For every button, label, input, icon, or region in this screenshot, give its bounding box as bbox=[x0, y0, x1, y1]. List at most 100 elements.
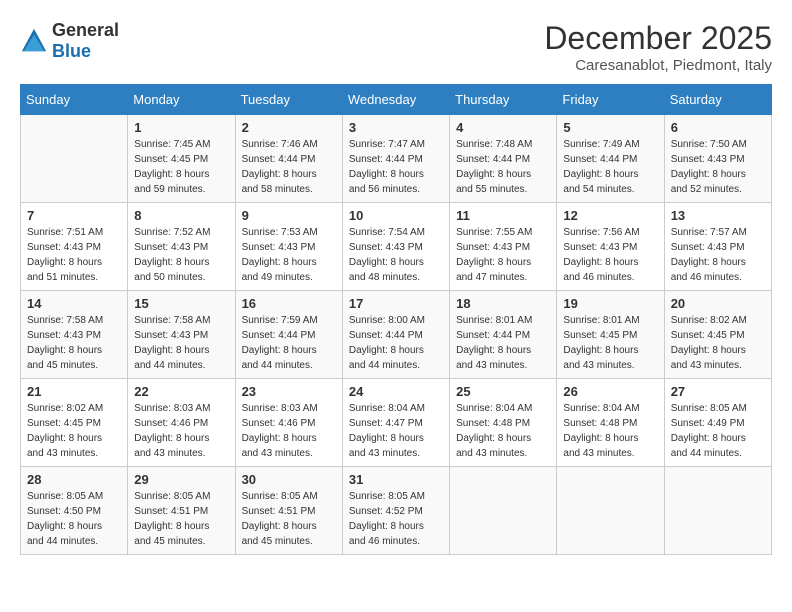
week-row-5: 28Sunrise: 8:05 AMSunset: 4:50 PMDayligh… bbox=[21, 467, 772, 555]
table-cell: 31 Sunrise: 8:05 AMSunset: 4:52 PMDayligh… bbox=[342, 467, 449, 555]
day-number: 26 bbox=[563, 384, 657, 399]
day-number: 25 bbox=[456, 384, 550, 399]
week-row-4: 21 Sunrise: 8:02 AMSunset: 4:45 PMDayligh… bbox=[21, 379, 772, 467]
table-cell: 10 Sunrise: 7:54 AMSunset: 4:43 PMDayligh… bbox=[342, 203, 449, 291]
day-info: Sunrise: 8:02 AMSunset: 4:45 PMDaylight:… bbox=[27, 401, 121, 461]
table-cell: 9 Sunrise: 7:53 AMSunset: 4:43 PMDaylight… bbox=[235, 203, 342, 291]
location-title: Caresanablot, Piedmont, Italy bbox=[544, 57, 772, 74]
table-cell: 23Sunrise: 8:03 AMSunset: 4:46 PMDayligh… bbox=[235, 379, 342, 467]
day-number: 17 bbox=[349, 296, 443, 311]
day-number: 24 bbox=[349, 384, 443, 399]
table-cell: 15 Sunrise: 7:58 AMSunset: 4:43 PMDayligh… bbox=[128, 291, 235, 379]
logo-blue: Blue bbox=[52, 41, 91, 61]
day-info: Sunrise: 8:05 AMSunset: 4:52 PMDaylight:… bbox=[349, 489, 443, 549]
logo: General Blue bbox=[20, 20, 119, 62]
day-info: Sunrise: 7:48 AMSunset: 4:44 PMDaylight:… bbox=[456, 137, 550, 197]
day-info: Sunrise: 7:45 AMSunset: 4:45 PMDaylight:… bbox=[134, 137, 228, 197]
header-tuesday: Tuesday bbox=[235, 85, 342, 115]
day-number: 13 bbox=[671, 208, 765, 223]
month-title: December 2025 bbox=[544, 20, 772, 57]
table-cell: 16Sunrise: 7:59 AMSunset: 4:44 PMDayligh… bbox=[235, 291, 342, 379]
header-saturday: Saturday bbox=[664, 85, 771, 115]
day-number: 28 bbox=[27, 472, 121, 487]
day-number: 12 bbox=[563, 208, 657, 223]
day-info: Sunrise: 7:58 AMSunset: 4:43 PMDaylight:… bbox=[134, 313, 228, 373]
week-row-1: 1 Sunrise: 7:45 AMSunset: 4:45 PMDaylight… bbox=[21, 115, 772, 203]
day-info: Sunrise: 8:05 AMSunset: 4:51 PMDaylight:… bbox=[242, 489, 336, 549]
day-info: Sunrise: 7:50 AMSunset: 4:43 PMDaylight:… bbox=[671, 137, 765, 197]
table-cell: 7Sunrise: 7:51 AMSunset: 4:43 PMDaylight… bbox=[21, 203, 128, 291]
day-number: 27 bbox=[671, 384, 765, 399]
day-info: Sunrise: 7:59 AMSunset: 4:44 PMDaylight:… bbox=[242, 313, 336, 373]
table-cell bbox=[664, 467, 771, 555]
day-info: Sunrise: 7:53 AMSunset: 4:43 PMDaylight:… bbox=[242, 225, 336, 285]
day-number: 3 bbox=[349, 120, 443, 135]
day-info: Sunrise: 8:00 AMSunset: 4:44 PMDaylight:… bbox=[349, 313, 443, 373]
day-number: 30 bbox=[242, 472, 336, 487]
table-cell: 17 Sunrise: 8:00 AMSunset: 4:44 PMDayligh… bbox=[342, 291, 449, 379]
day-number: 31 bbox=[349, 472, 443, 487]
day-number: 7 bbox=[27, 208, 121, 223]
logo-icon bbox=[20, 27, 48, 55]
table-cell: 6 Sunrise: 7:50 AMSunset: 4:43 PMDaylight… bbox=[664, 115, 771, 203]
table-cell: 27 Sunrise: 8:05 AMSunset: 4:49 PMDayligh… bbox=[664, 379, 771, 467]
table-cell: 21 Sunrise: 8:02 AMSunset: 4:45 PMDayligh… bbox=[21, 379, 128, 467]
day-info: Sunrise: 8:04 AMSunset: 4:48 PMDaylight:… bbox=[456, 401, 550, 461]
day-info: Sunrise: 7:54 AMSunset: 4:43 PMDaylight:… bbox=[349, 225, 443, 285]
table-cell: 13 Sunrise: 7:57 AMSunset: 4:43 PMDayligh… bbox=[664, 203, 771, 291]
day-info: Sunrise: 7:46 AMSunset: 4:44 PMDaylight:… bbox=[242, 137, 336, 197]
day-number: 4 bbox=[456, 120, 550, 135]
table-cell: 20Sunrise: 8:02 AMSunset: 4:45 PMDayligh… bbox=[664, 291, 771, 379]
calendar-table: SundayMondayTuesdayWednesdayThursdayFrid… bbox=[20, 84, 772, 555]
day-number: 18 bbox=[456, 296, 550, 311]
week-row-3: 14 Sunrise: 7:58 AMSunset: 4:43 PMDayligh… bbox=[21, 291, 772, 379]
table-cell: 28Sunrise: 8:05 AMSunset: 4:50 PMDayligh… bbox=[21, 467, 128, 555]
table-cell bbox=[21, 115, 128, 203]
day-info: Sunrise: 8:04 AMSunset: 4:47 PMDaylight:… bbox=[349, 401, 443, 461]
day-info: Sunrise: 8:05 AMSunset: 4:51 PMDaylight:… bbox=[134, 489, 228, 549]
title-block: December 2025 Caresanablot, Piedmont, It… bbox=[544, 20, 772, 74]
day-info: Sunrise: 7:56 AMSunset: 4:43 PMDaylight:… bbox=[563, 225, 657, 285]
day-number: 8 bbox=[134, 208, 228, 223]
day-number: 10 bbox=[349, 208, 443, 223]
day-info: Sunrise: 7:57 AMSunset: 4:43 PMDaylight:… bbox=[671, 225, 765, 285]
day-info: Sunrise: 7:55 AMSunset: 4:43 PMDaylight:… bbox=[456, 225, 550, 285]
day-info: Sunrise: 8:02 AMSunset: 4:45 PMDaylight:… bbox=[671, 313, 765, 373]
table-cell: 4 Sunrise: 7:48 AMSunset: 4:44 PMDaylight… bbox=[450, 115, 557, 203]
table-cell: 3 Sunrise: 7:47 AMSunset: 4:44 PMDaylight… bbox=[342, 115, 449, 203]
week-row-2: 7Sunrise: 7:51 AMSunset: 4:43 PMDaylight… bbox=[21, 203, 772, 291]
day-info: Sunrise: 7:58 AMSunset: 4:43 PMDaylight:… bbox=[27, 313, 121, 373]
table-cell: 5Sunrise: 7:49 AMSunset: 4:44 PMDaylight… bbox=[557, 115, 664, 203]
header-monday: Monday bbox=[128, 85, 235, 115]
day-info: Sunrise: 8:03 AMSunset: 4:46 PMDaylight:… bbox=[242, 401, 336, 461]
header-sunday: Sunday bbox=[21, 85, 128, 115]
day-number: 21 bbox=[27, 384, 121, 399]
header-thursday: Thursday bbox=[450, 85, 557, 115]
header-wednesday: Wednesday bbox=[342, 85, 449, 115]
table-cell: 19Sunrise: 8:01 AMSunset: 4:45 PMDayligh… bbox=[557, 291, 664, 379]
day-number: 1 bbox=[134, 120, 228, 135]
day-number: 6 bbox=[671, 120, 765, 135]
day-number: 9 bbox=[242, 208, 336, 223]
day-info: Sunrise: 7:52 AMSunset: 4:43 PMDaylight:… bbox=[134, 225, 228, 285]
day-number: 29 bbox=[134, 472, 228, 487]
table-cell bbox=[557, 467, 664, 555]
day-number: 2 bbox=[242, 120, 336, 135]
day-info: Sunrise: 8:01 AMSunset: 4:44 PMDaylight:… bbox=[456, 313, 550, 373]
page-header: General Blue December 2025 Caresanablot,… bbox=[20, 20, 772, 74]
logo-general: General bbox=[52, 20, 119, 40]
table-cell: 12 Sunrise: 7:56 AMSunset: 4:43 PMDayligh… bbox=[557, 203, 664, 291]
table-cell: 18 Sunrise: 8:01 AMSunset: 4:44 PMDayligh… bbox=[450, 291, 557, 379]
day-number: 11 bbox=[456, 208, 550, 223]
table-cell: 24 Sunrise: 8:04 AMSunset: 4:47 PMDayligh… bbox=[342, 379, 449, 467]
calendar-body: 1 Sunrise: 7:45 AMSunset: 4:45 PMDaylight… bbox=[21, 115, 772, 555]
table-cell: 2 Sunrise: 7:46 AMSunset: 4:44 PMDaylight… bbox=[235, 115, 342, 203]
day-info: Sunrise: 7:47 AMSunset: 4:44 PMDaylight:… bbox=[349, 137, 443, 197]
day-number: 5 bbox=[563, 120, 657, 135]
day-number: 14 bbox=[27, 296, 121, 311]
day-number: 15 bbox=[134, 296, 228, 311]
day-number: 19 bbox=[563, 296, 657, 311]
day-info: Sunrise: 8:05 AMSunset: 4:49 PMDaylight:… bbox=[671, 401, 765, 461]
table-cell: 22Sunrise: 8:03 AMSunset: 4:46 PMDayligh… bbox=[128, 379, 235, 467]
table-cell: 30 Sunrise: 8:05 AMSunset: 4:51 PMDayligh… bbox=[235, 467, 342, 555]
